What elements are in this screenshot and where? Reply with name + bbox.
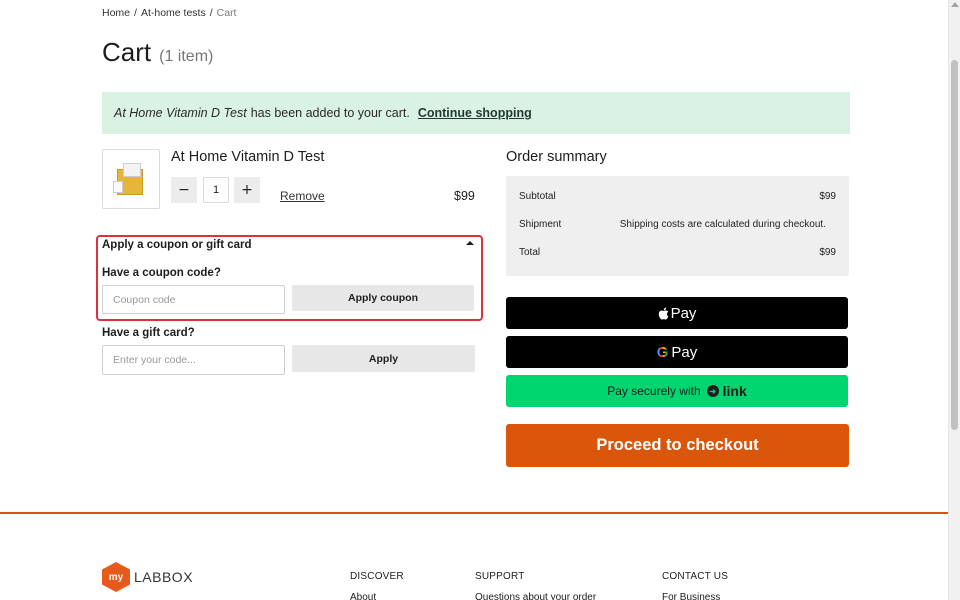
apply-gift-card-button[interactable]: Apply [292,345,475,372]
gift-card-input[interactable] [102,345,285,375]
vertical-scrollbar[interactable] [948,0,960,600]
footer-column-discover: DISCOVER About [350,571,404,600]
cart-item-name[interactable]: At Home Vitamin D Test [171,149,324,165]
summary-label: Total [519,247,541,258]
footer-heading: SUPPORT [475,571,525,582]
page-title: Cart (1 item) [102,37,213,68]
quantity-increase-button[interactable]: + [234,177,260,203]
link-wordmark: link [722,383,747,399]
summary-value: $99 [819,191,836,202]
footer-divider [0,512,950,514]
coupon-code-label: Have a coupon code? [102,267,221,279]
page-title-text: Cart [102,37,152,67]
footer-column-support: SUPPORT Questions about your order [475,571,596,600]
quantity-input[interactable] [203,177,229,203]
apple-pay-button[interactable]: Pay [506,297,848,329]
apple-pay-label: Pay [670,304,697,322]
continue-shopping-link[interactable]: Continue shopping [418,106,532,120]
summary-row-total: Total $99 [519,247,836,258]
google-pay-label: Pay [671,343,698,361]
item-count: (1 item) [159,48,214,65]
footer-heading: DISCOVER [350,571,404,582]
summary-row-subtotal: Subtotal $99 [519,191,836,202]
google-pay-button[interactable]: G Pay [506,336,848,368]
breadcrumb-separator: / [134,7,137,19]
proceed-to-checkout-button[interactable]: Proceed to checkout [506,424,849,467]
cart-item-price: $99 [454,189,475,203]
breadcrumb: Home / At-home tests / Cart [102,7,236,19]
summary-row-shipment: Shipment Shipping costs are calculated d… [519,219,836,230]
coupon-section-toggle[interactable]: Apply a coupon or gift card [102,239,252,251]
breadcrumb-home[interactable]: Home [102,7,130,19]
scroll-up-arrow-icon[interactable] [951,2,959,7]
logo-hexagon-icon: my [102,562,130,592]
footer-heading: CONTACT US [662,571,729,582]
footer-column-contact: CONTACT US For Business [662,571,729,600]
footer-link[interactable]: About [350,592,376,600]
summary-label: Subtotal [519,191,556,202]
alert-message: has been added to your cart. [250,106,410,120]
mylabbox-logo[interactable]: my LABBOX [102,562,193,592]
google-g-icon: G [656,343,669,361]
logo-text: LABBOX [134,569,194,585]
gift-card-label: Have a gift card? [102,327,195,339]
product-image [113,159,149,199]
scrollbar-thumb[interactable] [951,60,958,430]
link-arrow-icon: ➜ [706,385,719,397]
order-summary-table: Subtotal $99 Shipment Shipping costs are… [506,176,849,276]
coupon-code-input[interactable] [102,285,285,314]
product-thumbnail[interactable] [102,149,160,209]
breadcrumb-current: Cart [216,7,237,19]
breadcrumb-at-home-tests[interactable]: At-home tests [141,7,206,19]
link-pay-button[interactable]: Pay securely with ➜ link [506,375,848,407]
link-pay-prefix: Pay securely with [607,384,701,398]
apply-coupon-button[interactable]: Apply coupon [292,285,474,311]
summary-value: $99 [819,247,836,258]
footer-link[interactable]: Questions about your order [475,592,596,600]
alert-product-name: At Home Vitamin D Test [114,106,247,120]
caret-up-icon[interactable] [466,241,474,245]
summary-value: Shipping costs are calculated during che… [619,219,826,230]
added-to-cart-alert: At Home Vitamin D Test has been added to… [102,92,850,134]
apple-logo-icon [658,306,668,320]
quantity-decrease-button[interactable]: − [171,177,197,203]
remove-item-link[interactable]: Remove [280,189,325,203]
order-summary-title: Order summary [506,149,607,165]
footer-link[interactable]: For Business [662,592,720,600]
summary-label: Shipment [519,219,562,230]
breadcrumb-separator: / [209,7,213,19]
